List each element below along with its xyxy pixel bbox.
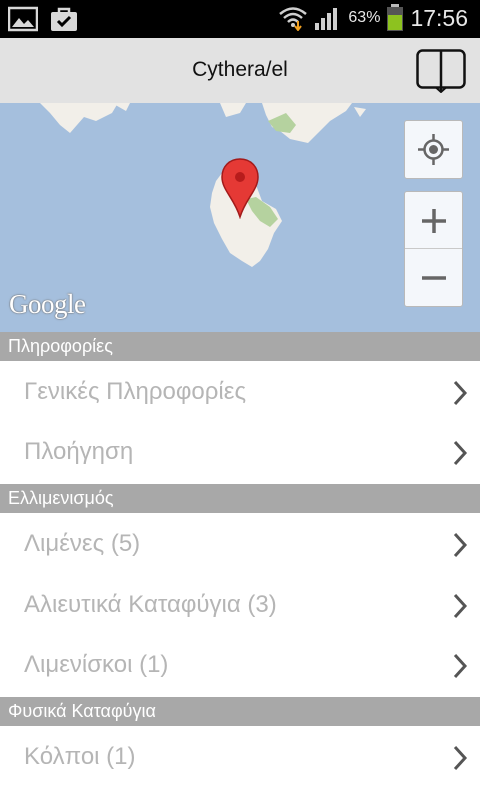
zoom-in-icon — [422, 209, 446, 233]
my-location-button[interactable] — [404, 120, 463, 179]
list-item-ports[interactable]: Λιμένες (5) — [0, 514, 480, 574]
list-item-label: Λιμενίσκοι (1) — [24, 651, 169, 678]
section-header-natural-shelters: Φυσικά Καταφύγια — [0, 697, 480, 726]
signal-icon — [315, 8, 338, 30]
status-bar: 63% 17:56 — [0, 0, 480, 38]
chevron-right-icon — [453, 380, 468, 406]
task-check-icon — [51, 7, 77, 31]
list-item-label: Πλοήγηση — [24, 438, 134, 465]
battery-percent: 63% — [348, 9, 381, 26]
chevron-right-icon — [453, 745, 468, 771]
section-header-info: Πληροφορίες — [0, 332, 480, 361]
chevron-right-icon — [453, 532, 468, 558]
wifi-icon — [279, 7, 308, 31]
map-pin-icon[interactable] — [220, 157, 260, 219]
zoom-out-button[interactable] — [405, 249, 462, 306]
list-item-general-info[interactable]: Γενικές Πληροφορίες — [0, 362, 480, 422]
notification-icons — [8, 6, 78, 32]
list-item-fishing-shelters[interactable]: Αλιευτικά Καταφύγια (3) — [0, 575, 480, 635]
zoom-in-button[interactable] — [405, 192, 462, 249]
gallery-icon — [8, 6, 38, 32]
page-title: Cythera/el — [192, 58, 288, 81]
list-item-label: Γενικές Πληροφορίες — [24, 378, 247, 405]
action-bar: Cythera/el — [0, 38, 480, 103]
list-item-label: Κόλποι (1) — [24, 743, 136, 770]
list-item-label: Αλιευτικά Καταφύγια (3) — [24, 591, 277, 618]
clock: 17:56 — [410, 4, 468, 31]
list-item-label: Λιμένες (5) — [24, 530, 141, 557]
section-header-mooring: Ελλιμενισμός — [0, 484, 480, 513]
map-view[interactable]: Google — [0, 103, 480, 332]
system-icons: 63% 17:56 — [278, 4, 468, 32]
list-item-bays[interactable]: Κόλποι (1) — [0, 727, 480, 787]
my-location-icon — [418, 134, 449, 165]
chevron-right-icon — [453, 593, 468, 619]
zoom-out-icon — [422, 276, 446, 280]
list-item-small-harbors[interactable]: Λιμενίσκοι (1) — [0, 635, 480, 695]
google-logo: Google — [9, 289, 86, 319]
book-icon[interactable] — [416, 49, 466, 93]
battery-icon — [387, 4, 404, 31]
chevron-right-icon — [453, 440, 468, 466]
list-item-navigation[interactable]: Πλοήγηση — [0, 422, 480, 482]
chevron-right-icon — [453, 653, 468, 679]
zoom-controls — [404, 191, 463, 307]
